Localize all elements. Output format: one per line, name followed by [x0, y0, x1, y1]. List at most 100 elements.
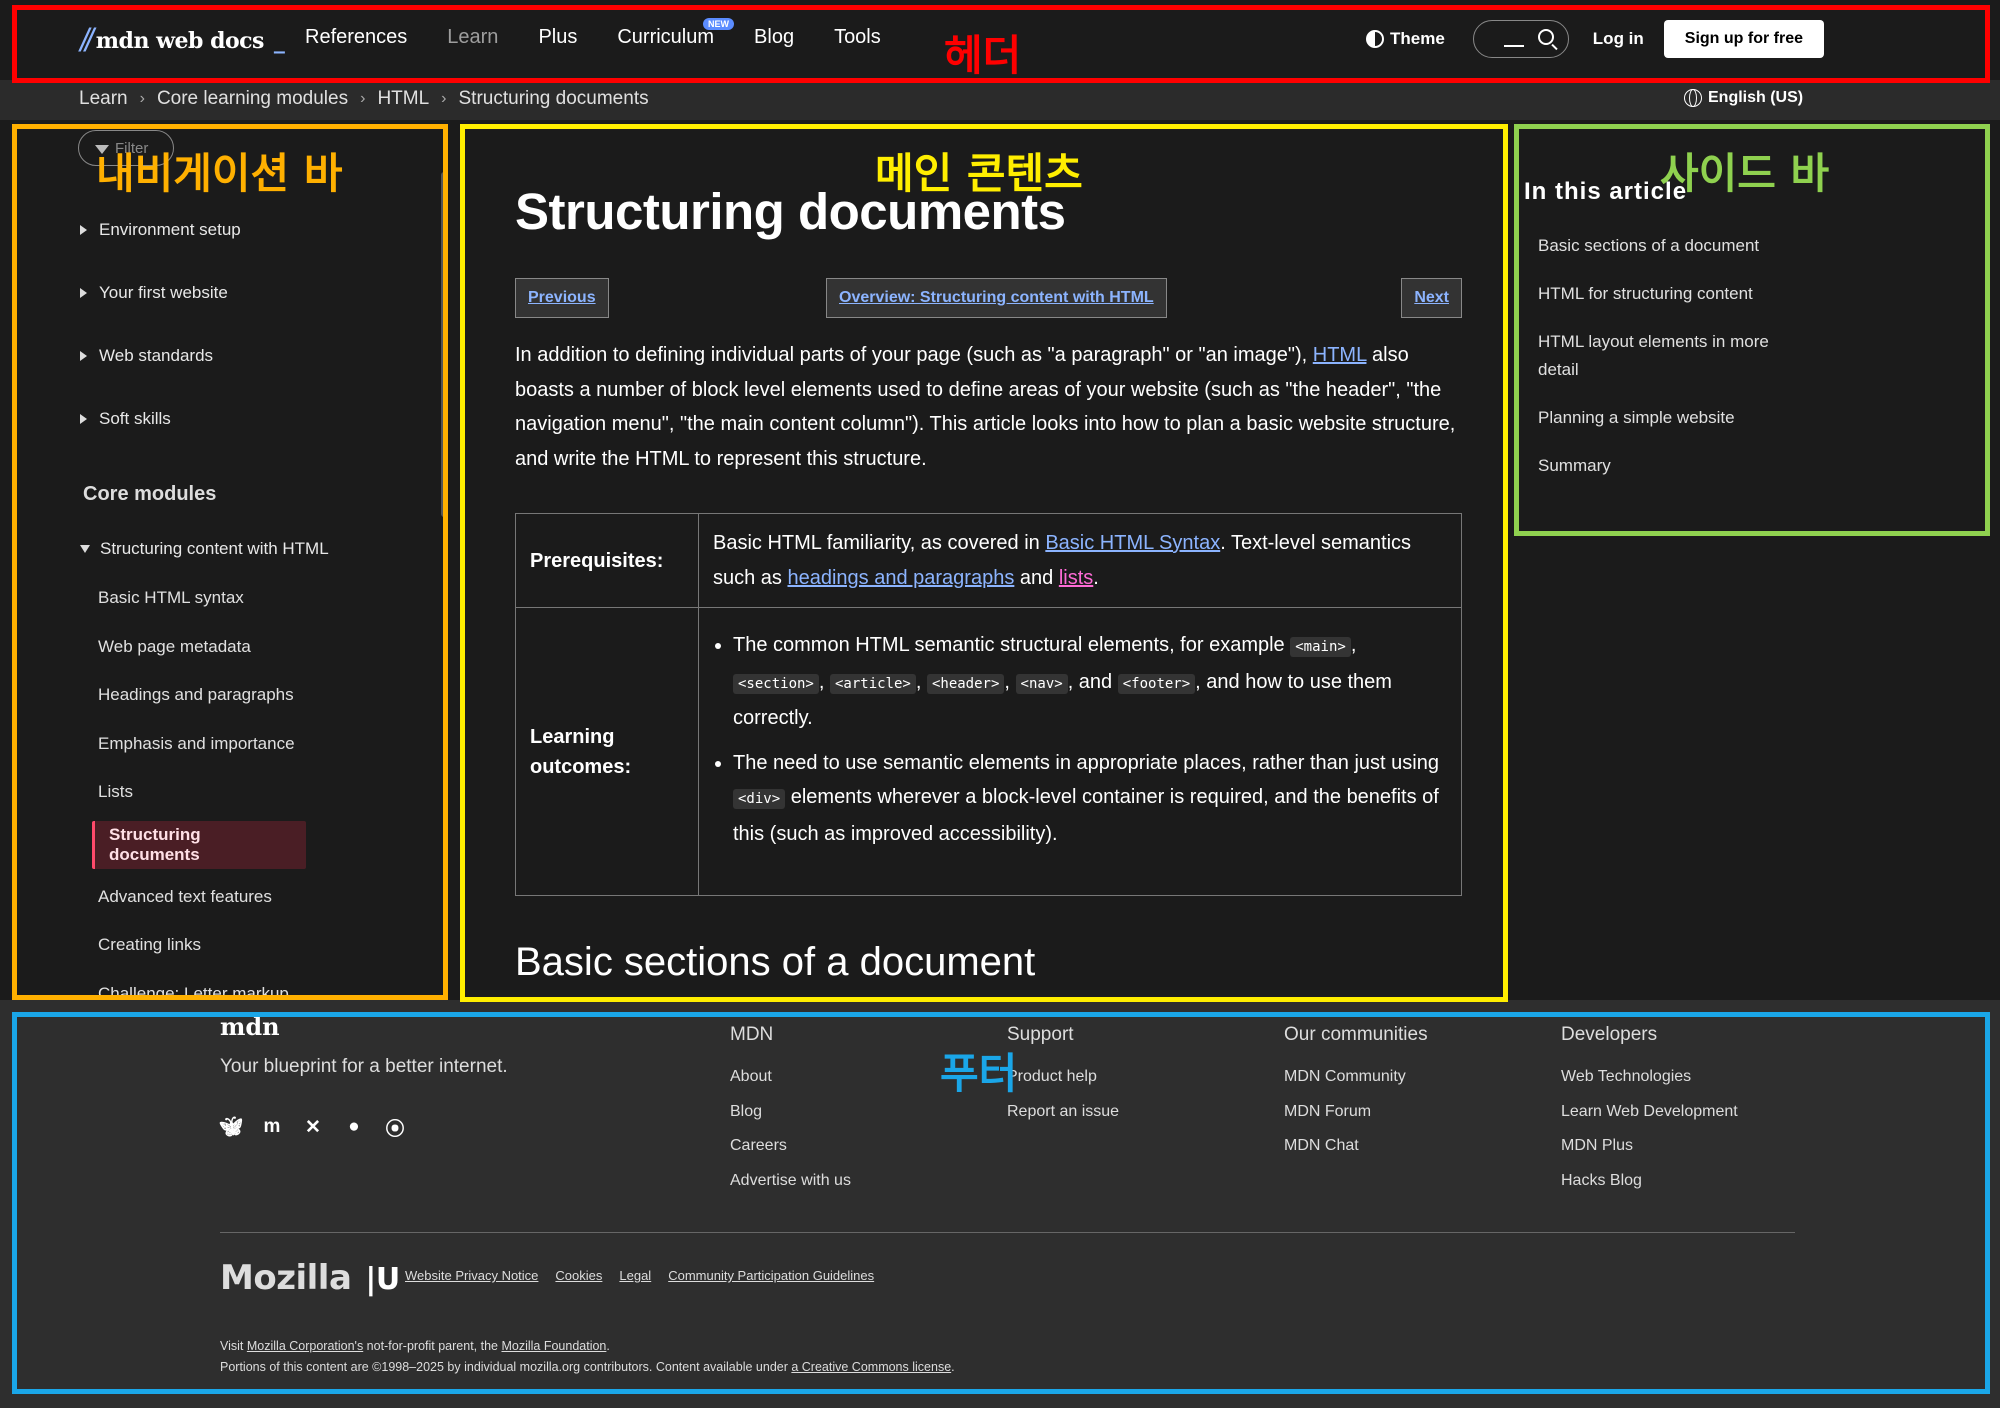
basic-html-syntax-link[interactable]: Basic HTML Syntax [1045, 532, 1220, 554]
previous-button[interactable]: Previous [515, 278, 609, 318]
nav-blog[interactable]: Blog [754, 26, 794, 49]
expand-triangle-icon [80, 350, 87, 361]
footer-col-title: Our communities [1284, 1024, 1428, 1045]
nav-curriculum-label: Curriculum [617, 26, 715, 48]
sidebar-item-basic-html-syntax[interactable]: Basic HTML syntax [98, 574, 438, 623]
footer-link-blog[interactable]: Blog [730, 1095, 851, 1130]
toc-item-planning[interactable]: Planning a simple website [1538, 404, 1808, 432]
guidelines-link[interactable]: Community Participation Guidelines [668, 1268, 874, 1283]
footer-link-hacks-blog[interactable]: Hacks Blog [1561, 1164, 1738, 1199]
sidebar-item-creating-links[interactable]: Creating links [98, 921, 438, 970]
footer-copyright: Portions of this content are ©1998–2025 … [220, 1360, 955, 1374]
footer-link-mdn-forum[interactable]: MDN Forum [1284, 1095, 1428, 1130]
mozilla-corp-link[interactable]: Mozilla Corporation's [247, 1339, 363, 1353]
footer-link-advertise[interactable]: Advertise with us [730, 1164, 851, 1199]
sidebar-item-web-standards[interactable]: Web standards [78, 324, 438, 387]
next-button[interactable]: Next [1401, 278, 1462, 318]
footer-link-report-issue[interactable]: Report an issue [1007, 1095, 1119, 1130]
sidebar-item-soft-skills[interactable]: Soft skills [78, 387, 438, 450]
nav-learn[interactable]: Learn [447, 26, 498, 49]
sidebar-item-environment-setup[interactable]: Environment setup [78, 198, 438, 261]
cc-license-link[interactable]: a Creative Commons license [791, 1360, 951, 1374]
footer-link-mdn-community[interactable]: MDN Community [1284, 1060, 1428, 1095]
sidebar-item-headings-paragraphs[interactable]: Headings and paragraphs [98, 671, 438, 720]
x-icon[interactable]: ✕ [302, 1116, 324, 1138]
mdn-logo[interactable]: // mdn web docs _ [80, 22, 285, 59]
chevron-right-icon: › [139, 90, 145, 107]
section-heading: Basic sections of a document [515, 940, 1036, 984]
footer-link-mdn-chat[interactable]: MDN Chat [1284, 1129, 1428, 1164]
bluesky-icon[interactable]: 🦋︎ [219, 1116, 243, 1138]
rss-icon[interactable]: ⦿ [384, 1116, 406, 1140]
sidebar-item-first-website[interactable]: Your first website [78, 261, 438, 324]
html-link[interactable]: HTML [1313, 344, 1367, 366]
code-section: <section> [733, 673, 819, 694]
mozilla-foundation-link[interactable]: Mozilla Foundation [501, 1339, 606, 1353]
breadcrumb-html[interactable]: HTML [377, 88, 429, 110]
list-item: The need to use semantic elements in app… [733, 746, 1447, 852]
sidebar-item-emphasis-importance[interactable]: Emphasis and importance [98, 720, 438, 769]
github-icon[interactable]: ● [343, 1116, 365, 1138]
login-link[interactable]: Log in [1593, 29, 1644, 49]
footer-link-careers[interactable]: Careers [730, 1129, 851, 1164]
footer-link-web-tech[interactable]: Web Technologies [1561, 1060, 1738, 1095]
learning-info-table: Prerequisites: Basic HTML familiarity, a… [515, 513, 1462, 896]
nav-curriculum[interactable]: Curriculum NEW [617, 18, 735, 49]
sidebar-scrollbar[interactable] [441, 172, 447, 517]
sidebar-item-web-page-metadata[interactable]: Web page metadata [98, 623, 438, 672]
footer-logo[interactable]: mdn [220, 1012, 280, 1041]
sidebar-item-label: Structuring content with HTML [100, 539, 329, 558]
privacy-notice-link[interactable]: Website Privacy Notice [405, 1268, 538, 1283]
annotation-label-nav: 내비게이션 바 [96, 149, 343, 198]
logo-text: mdn web docs [95, 27, 265, 54]
footer-col-developers: Developers Web Technologies Learn Web De… [1561, 1024, 1738, 1198]
sidebar-item-lists[interactable]: Lists [98, 768, 438, 817]
code-main: <main> [1290, 637, 1351, 657]
chevron-right-icon: › [441, 90, 447, 107]
footer-link-about[interactable]: About [730, 1060, 851, 1095]
breadcrumb-core-modules[interactable]: Core learning modules [157, 88, 348, 110]
nav-tools[interactable]: Tools [834, 26, 881, 49]
toc-item-html-structuring[interactable]: HTML for structuring content [1538, 280, 1808, 308]
sidebar-item-label: Environment setup [99, 219, 241, 239]
cell-text: and [1014, 566, 1059, 589]
expand-triangle-icon [80, 287, 87, 298]
overview-button[interactable]: Overview: Structuring content with HTML [826, 278, 1167, 318]
toc-item-layout-elements[interactable]: HTML layout elements in more detail [1538, 328, 1808, 384]
sidebar-item-advanced-text[interactable]: Advanced text features [98, 873, 438, 922]
footer-link-mdn-plus[interactable]: MDN Plus [1561, 1129, 1738, 1164]
intro-text: In addition to defining individual parts… [515, 344, 1313, 366]
sidebar-group-structuring-content[interactable]: Structuring content with HTML [78, 524, 438, 574]
annotation-label-footer: 푸터 [940, 1049, 1018, 1098]
footer-link-product-help[interactable]: Product help [1007, 1060, 1119, 1095]
mastodon-icon[interactable]: m [261, 1116, 283, 1138]
intro-paragraph: In addition to defining individual parts… [515, 338, 1462, 476]
footer-link-learn-web-dev[interactable]: Learn Web Development [1561, 1095, 1738, 1130]
cookies-link[interactable]: Cookies [555, 1268, 602, 1283]
breadcrumb: Learn › Core learning modules › HTML › S… [79, 88, 649, 110]
nav-plus[interactable]: Plus [538, 26, 577, 49]
breadcrumb-learn[interactable]: Learn [79, 88, 128, 110]
lists-link[interactable]: lists [1059, 567, 1093, 589]
legal-link[interactable]: Legal [619, 1268, 651, 1283]
theme-label: Theme [1390, 29, 1445, 48]
globe-icon [1684, 89, 1702, 107]
mozilla-logo[interactable]: Mozilla |𝗨 [220, 1258, 400, 1298]
theme-button[interactable]: Theme [1366, 29, 1445, 49]
sidebar-item-letter-markup[interactable]: Challenge: Letter markup [98, 970, 438, 1000]
nav-references[interactable]: References [305, 26, 407, 49]
logo-cursor-icon: _ [273, 27, 285, 54]
annotation-label-header: 헤더 [944, 31, 1022, 80]
item-text: The common HTML semantic structural elem… [733, 634, 1291, 656]
language-selector[interactable]: English (US) [1684, 89, 1803, 107]
breadcrumb-current[interactable]: Structuring documents [459, 88, 649, 110]
search-button[interactable] [1472, 20, 1569, 58]
headings-paragraphs-link[interactable]: headings and paragraphs [787, 567, 1014, 589]
item-text: , and [1067, 670, 1118, 693]
toc-item-summary[interactable]: Summary [1538, 452, 1808, 480]
annotation-label-main: 메인 콘텐츠 [875, 149, 1083, 198]
sidebar-item-label: Web standards [99, 345, 214, 365]
sidebar-item-structuring-documents[interactable]: Structuring documents [92, 820, 306, 869]
toc-item-basic-sections[interactable]: Basic sections of a document [1538, 232, 1808, 260]
signup-button[interactable]: Sign up for free [1663, 20, 1825, 58]
